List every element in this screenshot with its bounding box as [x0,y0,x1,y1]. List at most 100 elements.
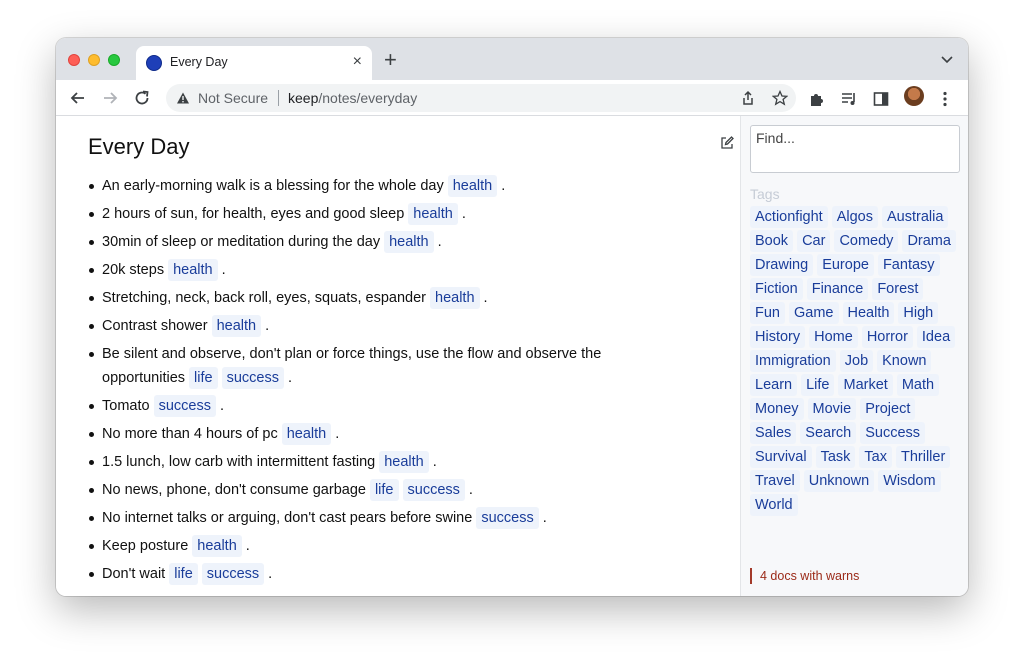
sidebar-tag-actionfight[interactable]: Actionfight [750,206,828,228]
url-text[interactable]: keep/notes/everyday [288,90,417,106]
note-tag-health[interactable]: health [211,315,262,337]
sidebar-tag-math[interactable]: Math [896,374,940,396]
zoom-window-button[interactable] [108,54,120,66]
sidebar-tag-travel[interactable]: Travel [750,470,800,492]
chevron-down-icon[interactable] [940,52,954,66]
warning-triangle-icon[interactable] [176,91,190,105]
note-tag-health[interactable]: health [379,451,429,473]
sidebar-tag-survival[interactable]: Survival [750,446,812,468]
note-item: Be silent and observe, don't plan or for… [88,342,688,390]
sidebar-tag-wisdom[interactable]: Wisdom [878,470,941,492]
note-text: An early-morning walk is a blessing for … [102,178,444,194]
sidebar-tag-market[interactable]: Market [838,374,893,396]
sidebar-tag-health[interactable]: Health [842,302,895,324]
tab-bar: Every Day × + [56,38,968,80]
edit-pencil-icon[interactable] [720,136,734,150]
sidebar-tag-europe[interactable]: Europe [817,254,874,276]
bookmark-star-icon[interactable] [772,90,788,106]
sidebar-tag-drama[interactable]: Drama [902,230,956,252]
sidebar-tag-project[interactable]: Project [860,398,916,420]
note-text: Stretching, neck, back roll, eyes, squat… [102,290,427,306]
note-tag-life[interactable]: life [169,563,198,585]
back-arrow-icon[interactable] [68,88,88,108]
note-tag-health[interactable]: health [168,259,218,281]
sidebar-tag-horror[interactable]: Horror [861,326,913,348]
address-bar[interactable]: Not Secure keep/notes/everyday [166,84,796,112]
note-item: No more than 4 hours of pc health . [88,422,688,446]
tab-close-icon[interactable]: × [353,52,362,72]
note-tag-health[interactable]: health [408,203,458,225]
sidebar-tag-fiction[interactable]: Fiction [750,278,803,300]
note-item: Don't wait life success . [88,562,688,586]
note-tag-health[interactable]: health [192,535,242,557]
sidebar-tag-car[interactable]: Car [797,230,831,252]
new-tab-button[interactable]: + [384,48,397,72]
sidebar-tag-immigration[interactable]: Immigration [750,350,836,372]
find-input[interactable] [750,125,960,173]
sidebar-tag-history[interactable]: History [750,326,806,348]
note-text: 2 hours of sun, for health, eyes and goo… [102,206,405,222]
sidebar-tag-forest[interactable]: Forest [872,278,924,300]
note-item: No internet talks or arguing, don't cast… [88,506,688,530]
media-queue-icon[interactable] [840,90,858,108]
note-tag-success[interactable]: success [153,395,216,417]
tab-every-day[interactable]: Every Day × [136,46,372,80]
sidebar-tag-home[interactable]: Home [809,326,858,348]
sidebar-tag-finance[interactable]: Finance [806,278,869,300]
note-tag-life[interactable]: life [369,479,399,501]
warnings-notice[interactable]: 4 docs with warns [750,568,859,584]
note-tag-success[interactable]: success [201,563,265,585]
note-tag-health[interactable]: health [281,423,332,445]
sidebar-tag-book[interactable]: Book [750,230,794,252]
favicon-icon [146,55,162,71]
sidebar-tag-job[interactable]: Job [839,350,874,372]
sidebar-tag-sales[interactable]: Sales [750,422,797,444]
minimize-window-button[interactable] [88,54,100,66]
note-text: No internet talks or arguing, don't cast… [102,510,473,526]
sidebar-tag-tax[interactable]: Tax [859,446,892,468]
extensions-puzzle-icon[interactable] [808,90,826,108]
sidebar-tag-thriller[interactable]: Thriller [895,446,951,468]
sidebar-tag-learn[interactable]: Learn [750,374,798,396]
note-tag-success[interactable]: success [476,507,539,529]
more-menu-icon[interactable] [936,90,954,108]
sidebar-tag-high[interactable]: High [898,302,939,324]
reload-icon[interactable] [132,88,152,108]
sidebar-tag-life[interactable]: Life [801,374,835,396]
sidebar-tag-money[interactable]: Money [750,398,804,420]
sidebar-tag-task[interactable]: Task [815,446,856,468]
sidebar-tag-drawing[interactable]: Drawing [750,254,814,276]
browser-window: Every Day × + Not Secure keep/notes/ever… [56,38,968,596]
note-tag-health[interactable]: health [430,287,480,309]
note-text: Tomato [102,398,150,414]
note-tag-health[interactable]: health [384,231,434,253]
forward-arrow-icon[interactable] [100,88,120,108]
browser-toolbar: Not Secure keep/notes/everyday [56,80,968,116]
note-tag-success[interactable]: success [221,367,284,389]
close-window-button[interactable] [68,54,80,66]
share-icon[interactable] [740,90,756,106]
note-item: 2 hours of sun, for health, eyes and goo… [88,202,688,226]
sidebar-tag-unknown[interactable]: Unknown [803,470,875,492]
sidebar-tag-fun[interactable]: Fun [750,302,785,324]
note-item: 30min of sleep or meditation during the … [88,230,688,254]
sidebar-tag-australia[interactable]: Australia [882,206,949,228]
note-tag-success[interactable]: success [402,479,465,501]
sidebar-tag-game[interactable]: Game [789,302,839,324]
sidebar-tag-algos[interactable]: Algos [831,206,878,228]
note-tag-health[interactable]: health [447,175,498,197]
side-panel-icon[interactable] [872,90,890,108]
sidebar-tag-success[interactable]: Success [860,422,926,444]
sidebar-tag-fantasy[interactable]: Fantasy [877,254,940,276]
sidebar-tag-idea[interactable]: Idea [916,326,956,348]
note-item: Tomato success . [88,394,688,418]
security-label[interactable]: Not Secure [198,90,268,106]
note-tag-life[interactable]: life [189,367,218,389]
sidebar-tag-comedy[interactable]: Comedy [834,230,899,252]
sidebar-tag-movie[interactable]: Movie [807,398,857,420]
note-text: 30min of sleep or meditation during the … [102,234,381,250]
sidebar-tag-world[interactable]: World [750,494,798,516]
sidebar-tag-known[interactable]: Known [877,350,932,372]
sidebar-tag-search[interactable]: Search [800,422,857,444]
profile-avatar[interactable] [904,86,924,106]
